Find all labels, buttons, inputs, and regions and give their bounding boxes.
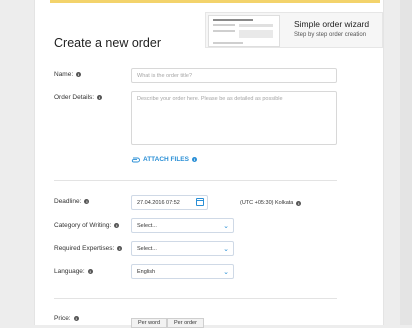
language-selected-value: English (137, 269, 156, 275)
deadline-label: Deadline: i (54, 198, 90, 205)
order-details-label: Order Details: i (54, 94, 103, 101)
price-label: Price: i (54, 315, 79, 322)
expertises-select[interactable]: Select... ⌄ (131, 241, 234, 256)
category-label: Category of Writing: i (54, 222, 120, 229)
page-title: Create a new order (54, 36, 162, 50)
timezone-text: (UTC +05:30) Kolkata (240, 200, 294, 206)
attach-files-label: ATTACH FILES (143, 156, 189, 163)
scrollbar-track[interactable] (400, 0, 412, 325)
info-icon[interactable]: i (76, 72, 82, 77)
price-label-text: Price: (54, 315, 71, 322)
wizard-preview-thumbnail (208, 15, 280, 47)
simple-order-wizard-banner[interactable]: Simple order wizard Step by step order c… (205, 12, 383, 48)
info-icon[interactable]: i (117, 246, 123, 251)
name-label: Name: i (54, 71, 82, 78)
category-select[interactable]: Select... ⌄ (131, 218, 234, 233)
info-icon[interactable]: i (114, 223, 120, 228)
top-accent-bar (50, 0, 380, 3)
info-icon[interactable]: i (87, 269, 93, 274)
chevron-down-icon: ⌄ (223, 223, 229, 230)
expertises-selected-value: Select... (137, 246, 157, 252)
deadline-value: 27.04.2016 07:52 (137, 200, 180, 206)
order-details-textarea[interactable]: Describe your order here. Please be as d… (131, 91, 337, 145)
calendar-icon[interactable] (196, 198, 204, 206)
deadline-label-text: Deadline: (54, 198, 82, 205)
info-icon[interactable]: i (296, 200, 302, 206)
price-type-tabs: Per word Per order (131, 318, 204, 328)
category-selected-value: Select... (137, 223, 157, 229)
wizard-title: Simple order wizard (294, 19, 370, 29)
tab-per-word[interactable]: Per word (131, 318, 168, 328)
order-title-input[interactable]: What is the order title? (131, 68, 337, 83)
deadline-datetime-input[interactable]: 27.04.2016 07:52 (131, 195, 208, 210)
expertises-label: Required Expertises: i (54, 245, 123, 252)
category-label-text: Category of Writing: (54, 222, 112, 229)
name-label-text: Name: (54, 71, 74, 78)
language-label-text: Language: (54, 268, 85, 275)
info-icon[interactable]: i (191, 157, 197, 162)
info-icon[interactable]: i (73, 316, 79, 321)
section-divider (54, 298, 337, 299)
order-details-label-text: Order Details: (54, 94, 95, 101)
info-icon[interactable]: i (84, 199, 90, 204)
section-divider (54, 180, 337, 181)
chevron-down-icon: ⌄ (223, 246, 229, 253)
timezone-display: (UTC +05:30) Kolkata i (240, 200, 302, 206)
language-select[interactable]: English ⌄ (131, 264, 234, 279)
paperclip-icon (131, 157, 140, 162)
expertises-label-text: Required Expertises: (54, 245, 115, 252)
attach-files-link[interactable]: ATTACH FILES i (131, 156, 197, 163)
page: Simple order wizard Step by step order c… (0, 0, 412, 328)
language-label: Language: i (54, 268, 93, 275)
info-icon[interactable]: i (97, 95, 103, 100)
chevron-down-icon: ⌄ (223, 269, 229, 276)
wizard-subtitle: Step by step order creation (294, 32, 367, 38)
tab-per-order[interactable]: Per order (167, 318, 204, 328)
